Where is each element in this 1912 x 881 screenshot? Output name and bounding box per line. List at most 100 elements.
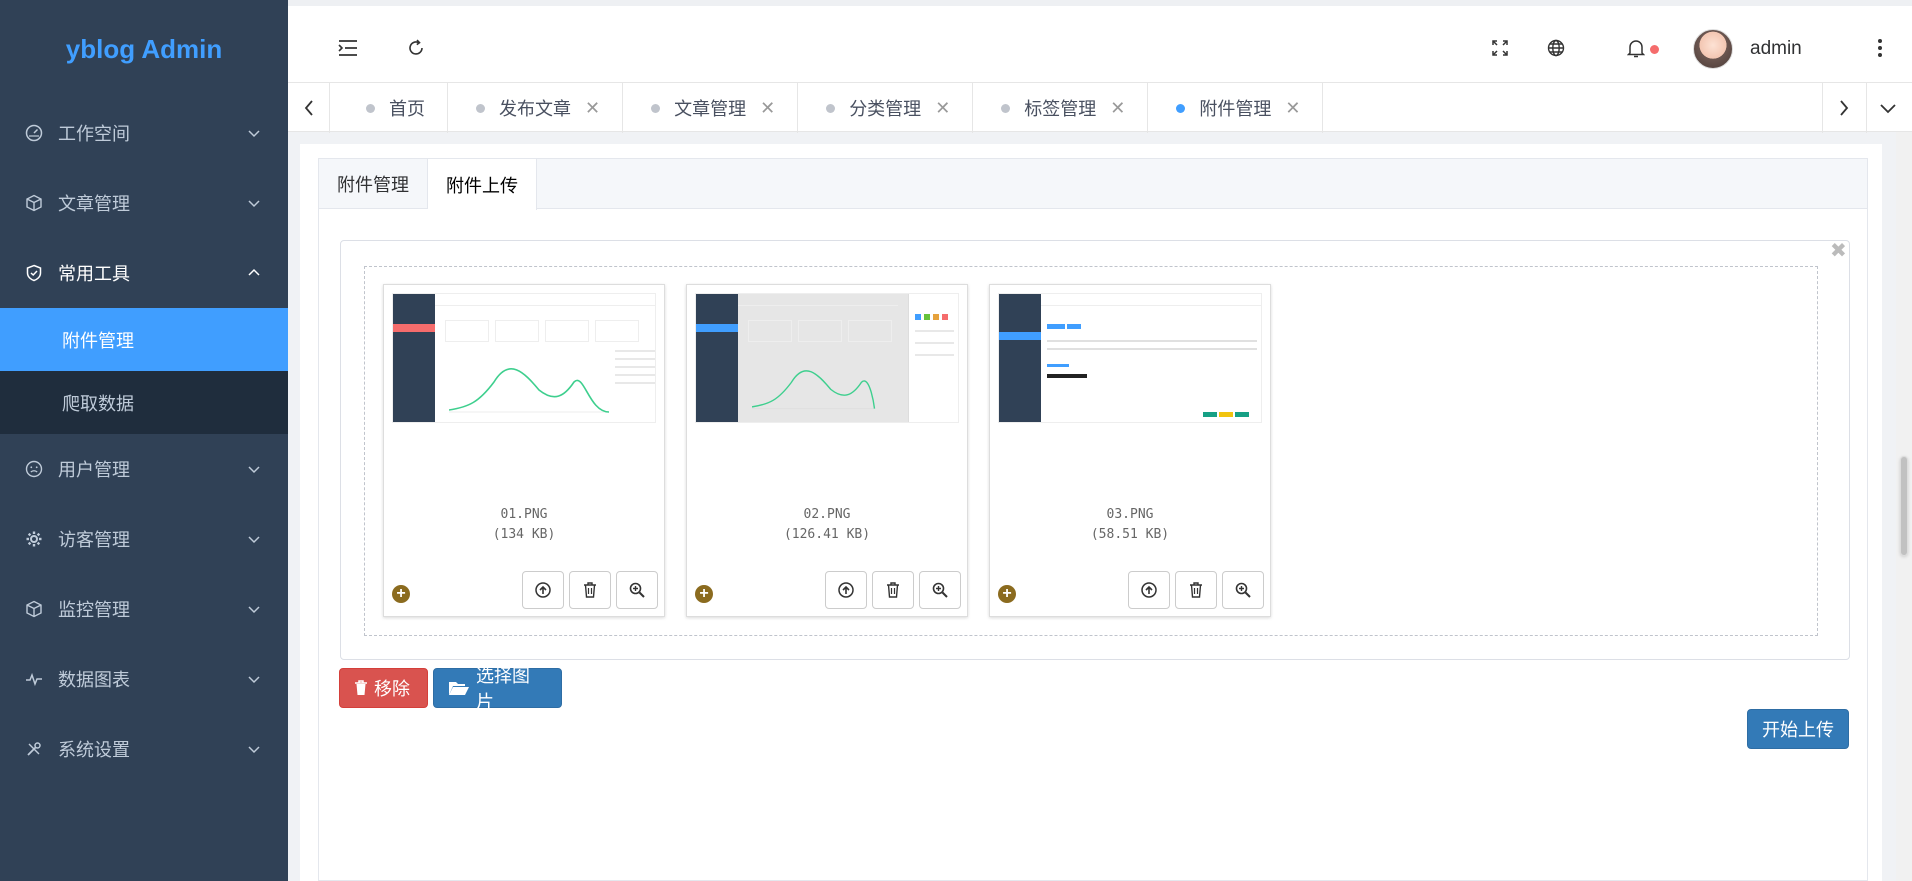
fullscreen-icon[interactable]	[1488, 36, 1512, 60]
tab-close-icon[interactable]: ✕	[1285, 98, 1300, 119]
tab-category-management[interactable]: 分类管理 ✕	[798, 83, 974, 133]
folder-open-icon	[448, 680, 470, 696]
bell-icon[interactable]	[1624, 36, 1648, 60]
file-thumbnail: 01.PNG (134 KB) +	[383, 284, 665, 617]
tabs-scroll-left-icon[interactable]	[288, 83, 330, 133]
tab-label: 标签管理	[1024, 99, 1097, 119]
sidebar-item-monitor[interactable]: 监控管理	[0, 574, 288, 644]
sidebar-item-settings[interactable]: 系统设置	[0, 714, 288, 784]
file-thumbnail: 02.PNG (126.41 KB) +	[686, 284, 968, 617]
sidebar-item-users[interactable]: 用户管理	[0, 434, 288, 504]
tab-label: 首页	[389, 99, 425, 119]
tabs-dropdown-icon[interactable]	[1866, 83, 1908, 133]
zoom-in-icon	[629, 582, 645, 598]
sidebar-item-workspace[interactable]: 工作空间	[0, 98, 288, 168]
scrollbar-thumb[interactable]	[1900, 456, 1908, 556]
menu-fold-icon[interactable]	[336, 36, 360, 60]
image-preview[interactable]	[392, 293, 656, 423]
remove-button-label: 移除	[374, 679, 410, 699]
sidebar-item-label: 常用工具	[58, 264, 130, 284]
zoom-file-button[interactable]	[1222, 571, 1264, 609]
select-images-label: 选择图片	[476, 666, 530, 712]
chevron-down-icon	[248, 606, 260, 614]
tab-attachment-upload[interactable]: 附件上传	[428, 159, 537, 210]
file-size: (134 KB)	[492, 527, 556, 542]
zoom-in-icon	[932, 582, 948, 598]
chevron-down-icon	[248, 676, 260, 684]
file-caption: 02.PNG (126.41 KB)	[687, 505, 967, 545]
sidebar-item-charts[interactable]: 数据图表	[0, 644, 288, 714]
tab-close-icon[interactable]: ✕	[585, 98, 600, 119]
tab-status-dot	[651, 103, 661, 113]
remove-button[interactable]: 移除	[339, 668, 428, 708]
tab-label: 发布文章	[499, 99, 571, 119]
delete-file-button[interactable]	[872, 571, 914, 609]
zoom-file-button[interactable]	[919, 571, 961, 609]
chevron-up-icon	[248, 268, 260, 276]
tab-publish-article[interactable]: 发布文章 ✕	[448, 83, 624, 133]
chevron-down-icon	[248, 130, 260, 138]
select-images-button[interactable]: 选择图片	[433, 666, 562, 712]
upload-file-button[interactable]	[1128, 571, 1170, 609]
sidebar: yblog Admin 工作空间 文章管理 常用工具 附件管理 爬取数据 用户管…	[0, 0, 288, 881]
upload-file-button[interactable]	[825, 571, 867, 609]
more-vertical-icon[interactable]	[1868, 36, 1892, 60]
plus-circle-icon[interactable]: +	[695, 585, 713, 603]
chevron-down-icon	[248, 200, 260, 208]
close-icon[interactable]: ✖	[1830, 238, 1847, 263]
tab-status-dot	[476, 103, 485, 113]
sidebar-item-articles[interactable]: 文章管理	[0, 168, 288, 238]
upload-file-button[interactable]	[522, 571, 564, 609]
tab-attachment-list[interactable]: 附件管理	[319, 159, 428, 209]
sidebar-item-crawl[interactable]: 爬取数据	[0, 371, 288, 434]
sidebar-item-visitors[interactable]: 访客管理	[0, 504, 288, 574]
file-size: (126.41 KB)	[783, 527, 871, 542]
tab-tag-management[interactable]: 标签管理 ✕	[973, 83, 1149, 133]
delete-file-button[interactable]	[1175, 571, 1217, 609]
tools-icon	[24, 739, 44, 759]
trash-icon	[354, 680, 368, 696]
tags-view-bar: 首页 发布文章 ✕ 文章管理 ✕ 分类管理 ✕ 标签管理 ✕ 附件管理 ✕	[288, 82, 1912, 133]
tab-close-icon[interactable]: ✕	[1110, 98, 1125, 119]
trash-icon	[584, 582, 596, 598]
trash-icon	[887, 582, 899, 598]
plus-circle-icon[interactable]: +	[392, 585, 410, 603]
upload-arrow-icon	[535, 582, 551, 598]
image-preview[interactable]	[998, 293, 1262, 423]
tab-status-dot	[826, 103, 836, 113]
sidebar-item-label: 系统设置	[58, 740, 130, 760]
tab-label: 分类管理	[849, 99, 922, 119]
cube-icon	[24, 599, 44, 619]
trash-icon	[1190, 582, 1202, 598]
upload-arrow-icon	[838, 582, 854, 598]
tab-home[interactable]: 首页	[338, 83, 448, 133]
tab-close-icon[interactable]: ✕	[760, 98, 775, 119]
chevron-down-icon	[248, 536, 260, 544]
notification-badge-dot	[1650, 45, 1659, 54]
language-globe-icon[interactable]	[1544, 36, 1568, 60]
image-preview[interactable]	[695, 293, 959, 423]
chevron-down-icon	[248, 746, 260, 754]
tab-close-icon[interactable]: ✕	[935, 98, 950, 119]
sidebar-item-tools[interactable]: 常用工具	[0, 238, 288, 308]
avatar[interactable]	[1693, 29, 1733, 69]
refresh-icon[interactable]	[404, 36, 428, 60]
start-upload-button[interactable]: 开始上传	[1747, 709, 1849, 749]
zoom-file-button[interactable]	[616, 571, 658, 609]
delete-file-button[interactable]	[569, 571, 611, 609]
username[interactable]: admin	[1750, 38, 1802, 60]
tabs-scroll-right-icon[interactable]	[1822, 83, 1864, 133]
tab-label: 文章管理	[674, 99, 747, 119]
plus-circle-icon[interactable]: +	[998, 585, 1016, 603]
gear-icon	[24, 529, 44, 549]
sidebar-item-attachments[interactable]: 附件管理	[0, 308, 288, 371]
tab-attachment-management[interactable]: 附件管理 ✕	[1148, 83, 1324, 133]
tab-article-management[interactable]: 文章管理 ✕	[623, 83, 799, 133]
page-scrollbar[interactable]	[1896, 132, 1912, 881]
app-logo[interactable]: yblog Admin	[0, 0, 288, 98]
zoom-in-icon	[1235, 582, 1251, 598]
tab-status-dot	[366, 103, 375, 113]
file-name: 02.PNG	[803, 507, 851, 522]
file-caption: 01.PNG (134 KB)	[384, 505, 664, 545]
chevron-down-icon	[248, 466, 260, 474]
